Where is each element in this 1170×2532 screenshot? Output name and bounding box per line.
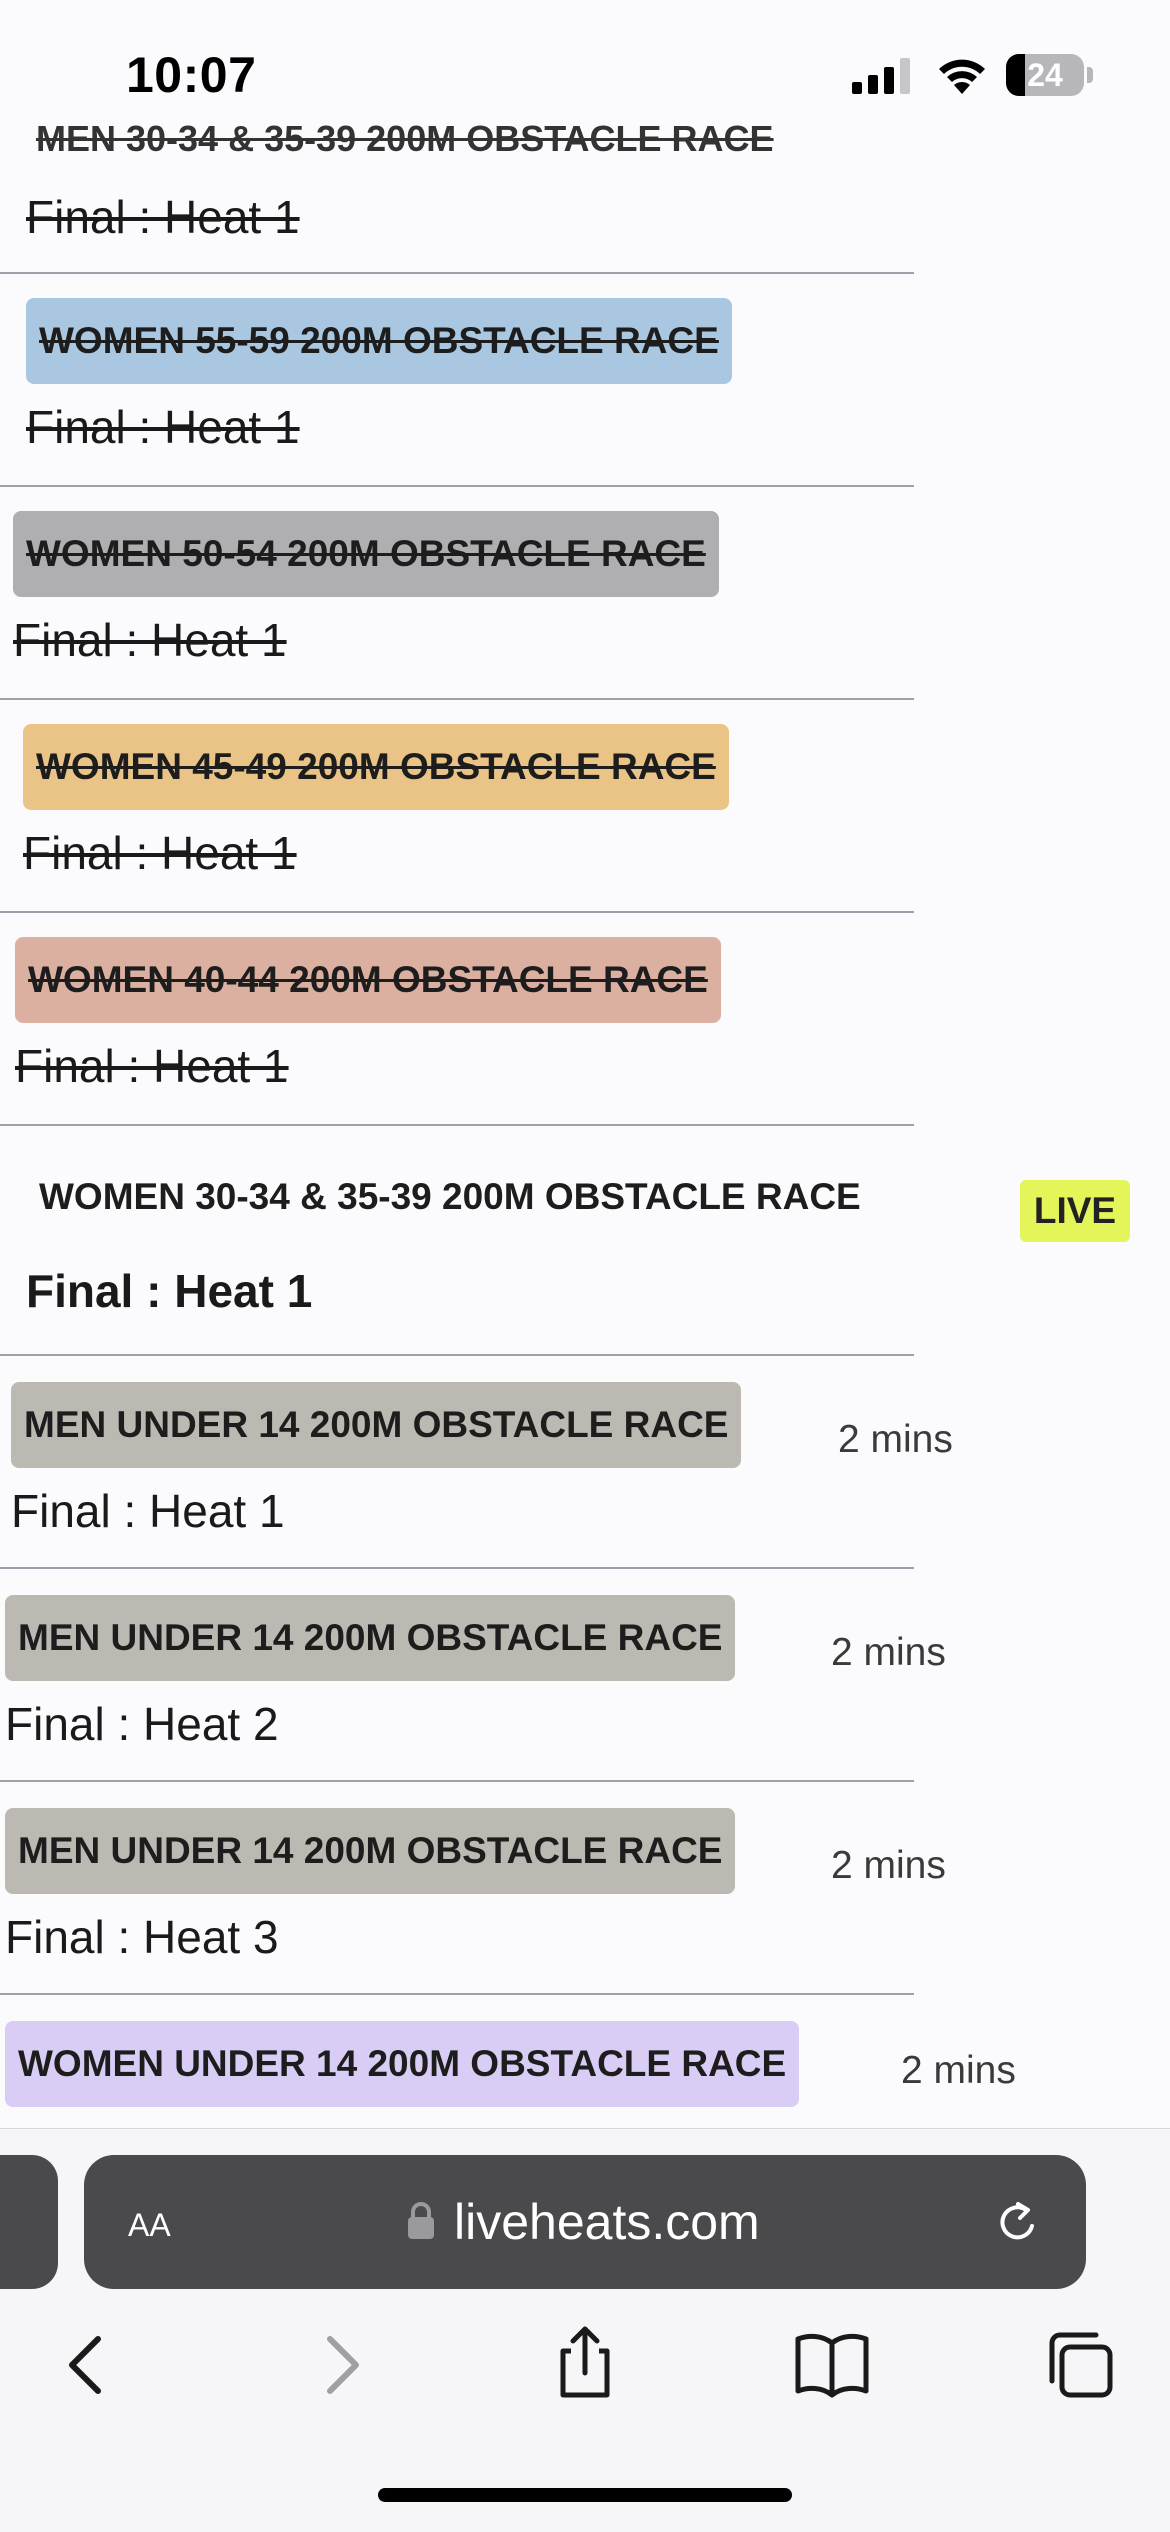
race-title-badge: WOMEN 45-49 200M OBSTACLE RACE bbox=[23, 724, 729, 810]
heat-label: Final : Heat 1 bbox=[23, 827, 297, 879]
status-time: 10:07 bbox=[126, 47, 257, 103]
race-row-women-40-44[interactable]: WOMEN 40-44 200M OBSTACLE RACE Final : H… bbox=[0, 913, 1170, 1126]
race-row-women-55-59[interactable]: WOMEN 55-59 200M OBSTACLE RACE Final : H… bbox=[0, 274, 1170, 487]
race-title-badge: WOMEN 50-54 200M OBSTACLE RACE bbox=[13, 511, 719, 597]
share-icon[interactable] bbox=[545, 2323, 625, 2403]
bookmarks-icon[interactable] bbox=[792, 2325, 872, 2405]
heat-label-clipped[interactable]: Final : Heat 1 bbox=[26, 190, 300, 244]
heat-label: Final : Heat 3 bbox=[5, 1911, 279, 1963]
status-bar: 10:07 24 bbox=[0, 0, 1170, 130]
race-title-badge: WOMEN 55-59 200M OBSTACLE RACE bbox=[26, 298, 732, 384]
heat-label: Final : Heat 1 bbox=[11, 1485, 285, 1537]
tabs-icon[interactable] bbox=[1040, 2325, 1120, 2405]
race-row-women-u14[interactable]: WOMEN UNDER 14 200M OBSTACLE RACE 2 mins bbox=[0, 1995, 1170, 2128]
race-row-men-u14-heat-3[interactable]: MEN UNDER 14 200M OBSTACLE RACE 2 mins F… bbox=[0, 1782, 1170, 1995]
back-icon[interactable] bbox=[48, 2325, 128, 2405]
browser-toolbar: AA liveheats.com bbox=[0, 2128, 1170, 2532]
signal-icon bbox=[852, 58, 910, 94]
race-row-women-45-49[interactable]: WOMEN 45-49 200M OBSTACLE RACE Final : H… bbox=[0, 700, 1170, 913]
text-size-button[interactable]: AA bbox=[128, 2155, 171, 2289]
eta-label: 2 mins bbox=[831, 1844, 946, 1887]
race-list: MEN 30-34 & 35-39 200M OBSTACLE RACE Fin… bbox=[0, 0, 1170, 2128]
race-title-badge: MEN UNDER 14 200M OBSTACLE RACE bbox=[5, 1595, 736, 1681]
url-text[interactable]: liveheats.com bbox=[454, 2155, 760, 2289]
heat-label: Final : Heat 1 bbox=[26, 401, 300, 453]
previous-tab[interactable] bbox=[0, 2155, 58, 2289]
eta-label: 2 mins bbox=[831, 1631, 946, 1674]
battery-level: 24 bbox=[1027, 57, 1063, 93]
race-row-women-50-54[interactable]: WOMEN 50-54 200M OBSTACLE RACE Final : H… bbox=[0, 487, 1170, 700]
heat-label: Final : Heat 2 bbox=[5, 1698, 279, 1750]
forward-icon[interactable] bbox=[300, 2325, 380, 2405]
eta-label: 2 mins bbox=[901, 2049, 1016, 2092]
heat-label: Final : Heat 1 bbox=[13, 614, 287, 666]
heat-label: Final : Heat 1 bbox=[26, 1265, 313, 1317]
lock-icon bbox=[408, 2202, 434, 2239]
home-indicator bbox=[378, 2488, 792, 2502]
race-title-badge: MEN UNDER 14 200M OBSTACLE RACE bbox=[5, 1808, 736, 1894]
race-title-badge: WOMEN UNDER 14 200M OBSTACLE RACE bbox=[5, 2021, 800, 2107]
race-title-badge: WOMEN 30-34 & 35-39 200M OBSTACLE RACE bbox=[39, 1176, 861, 1217]
race-title-badge: WOMEN 40-44 200M OBSTACLE RACE bbox=[15, 937, 721, 1023]
text-size-label: AA bbox=[128, 2207, 171, 2243]
screen: MEN 30-34 & 35-39 200M OBSTACLE RACE Fin… bbox=[0, 0, 1170, 2532]
reload-icon[interactable] bbox=[992, 2196, 1044, 2248]
race-row-men-u14-heat-1[interactable]: MEN UNDER 14 200M OBSTACLE RACE 2 mins F… bbox=[0, 1356, 1170, 1569]
race-row-men-u14-heat-2[interactable]: MEN UNDER 14 200M OBSTACLE RACE 2 mins F… bbox=[0, 1569, 1170, 1782]
wifi-icon bbox=[939, 59, 985, 94]
heat-label: Final : Heat 1 bbox=[15, 1040, 289, 1092]
address-bar[interactable]: AA liveheats.com bbox=[84, 2155, 1086, 2289]
eta-label: 2 mins bbox=[838, 1418, 953, 1461]
live-badge: LIVE bbox=[1020, 1180, 1130, 1242]
race-title-badge: MEN UNDER 14 200M OBSTACLE RACE bbox=[11, 1382, 742, 1468]
battery-icon: 24 bbox=[1006, 54, 1093, 96]
race-row-women-30-39-live[interactable]: WOMEN 30-34 & 35-39 200M OBSTACLE RACE F… bbox=[0, 1126, 1170, 1356]
